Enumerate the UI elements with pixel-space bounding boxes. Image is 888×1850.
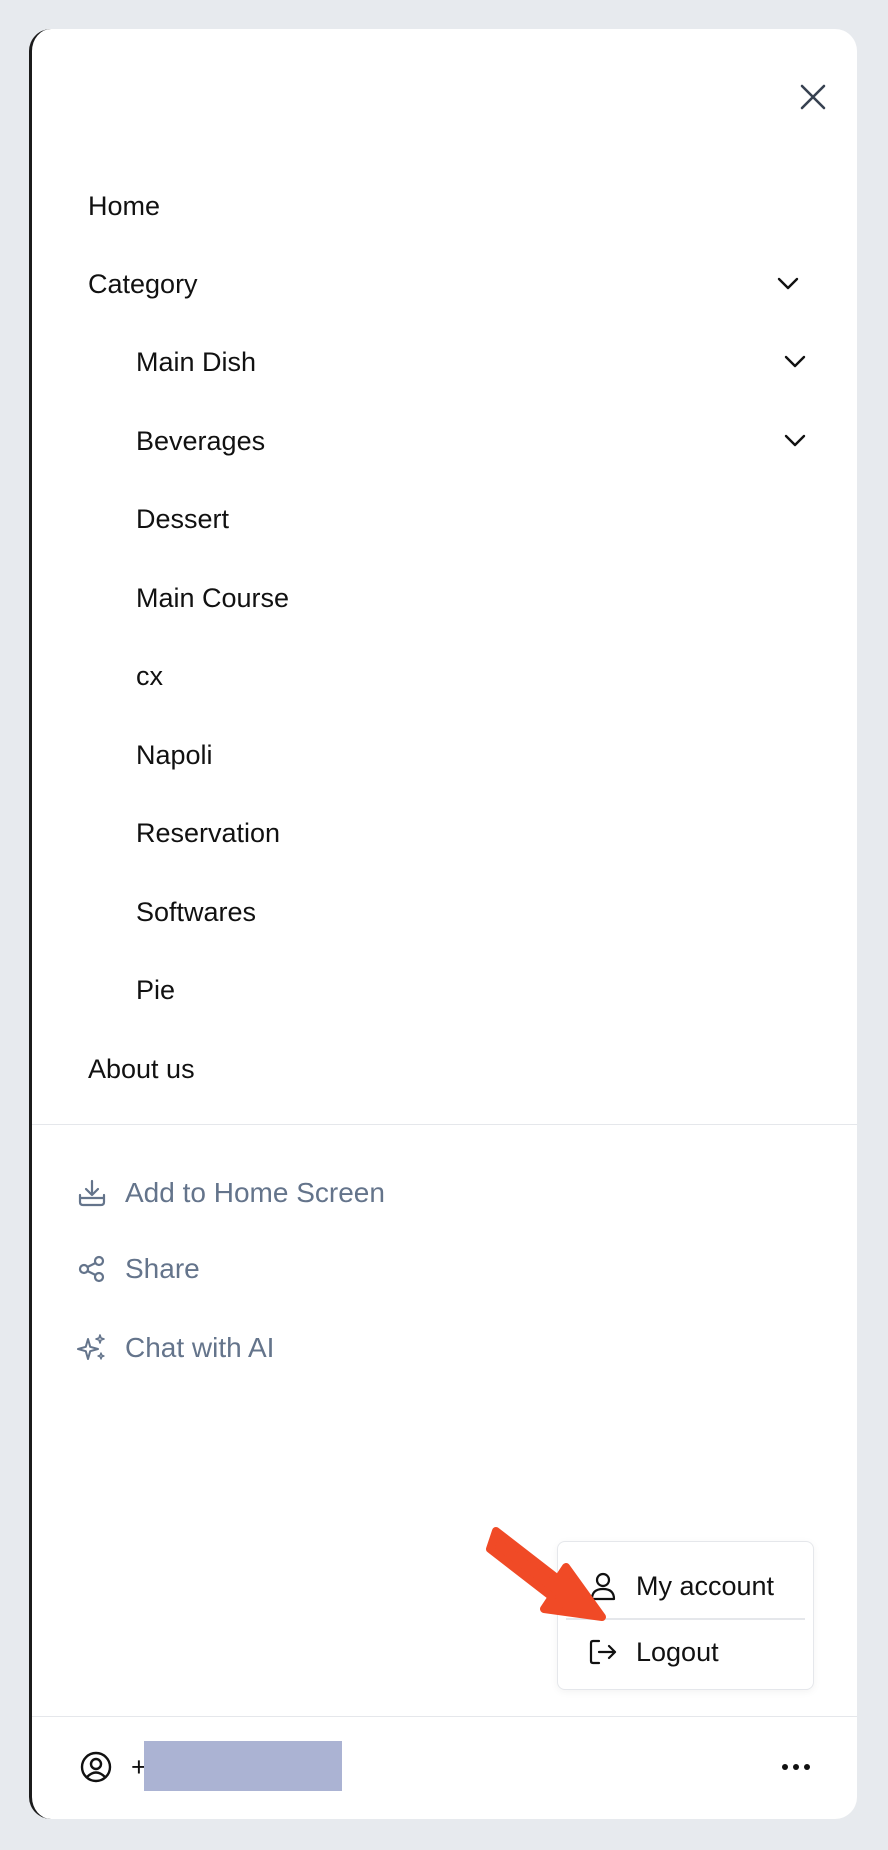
- annotation-arrow-icon: [486, 1527, 606, 1621]
- add-to-home-screen-button[interactable]: Add to Home Screen: [75, 1173, 385, 1213]
- category-expand-toggle[interactable]: [773, 269, 803, 299]
- subnav-item-beverages[interactable]: Beverages: [136, 421, 265, 461]
- logout-menu-item[interactable]: Logout: [586, 1630, 719, 1674]
- close-icon: [800, 84, 826, 110]
- user-footer: +: [32, 1717, 857, 1819]
- chat-with-ai-button[interactable]: Chat with AI: [75, 1328, 274, 1368]
- chevron-down-icon: [784, 434, 806, 447]
- subnav-item-main-dish[interactable]: Main Dish: [136, 342, 256, 382]
- subnav-item-main-course[interactable]: Main Course: [136, 578, 289, 618]
- chevron-down-icon: [784, 355, 806, 368]
- beverages-expand-toggle[interactable]: [780, 426, 810, 456]
- more-horizontal-icon: [782, 1764, 810, 1770]
- subnav-item-pie[interactable]: Pie: [136, 970, 175, 1010]
- nav-item-home[interactable]: Home: [88, 186, 160, 226]
- subnav-item-reservation[interactable]: Reservation: [136, 813, 280, 853]
- logout-label: Logout: [636, 1636, 719, 1667]
- subnav-item-softwares[interactable]: Softwares: [136, 892, 256, 932]
- share-button[interactable]: Share: [75, 1249, 200, 1289]
- nav-item-about-us[interactable]: About us: [88, 1049, 195, 1089]
- subnav-item-napoli[interactable]: Napoli: [136, 735, 213, 775]
- logout-icon: [586, 1635, 620, 1669]
- main-dish-expand-toggle[interactable]: [780, 347, 810, 377]
- more-options-button[interactable]: [774, 1745, 818, 1789]
- share-icon: [75, 1252, 109, 1286]
- nav-item-category[interactable]: Category: [88, 264, 198, 304]
- share-label: Share: [125, 1253, 200, 1284]
- user-circle-icon: [80, 1751, 112, 1783]
- chevron-down-icon: [777, 277, 799, 290]
- download-icon: [75, 1176, 109, 1210]
- subnav-item-dessert[interactable]: Dessert: [136, 499, 229, 539]
- close-button[interactable]: [789, 73, 837, 121]
- add-to-home-screen-label: Add to Home Screen: [125, 1177, 385, 1208]
- subnav-item-cx[interactable]: cx: [136, 656, 163, 696]
- sparkles-icon: [75, 1331, 109, 1365]
- chat-with-ai-label: Chat with AI: [125, 1332, 275, 1363]
- my-account-label: My account: [636, 1570, 775, 1601]
- redacted-user-info: [144, 1741, 342, 1791]
- section-divider: [32, 1124, 857, 1125]
